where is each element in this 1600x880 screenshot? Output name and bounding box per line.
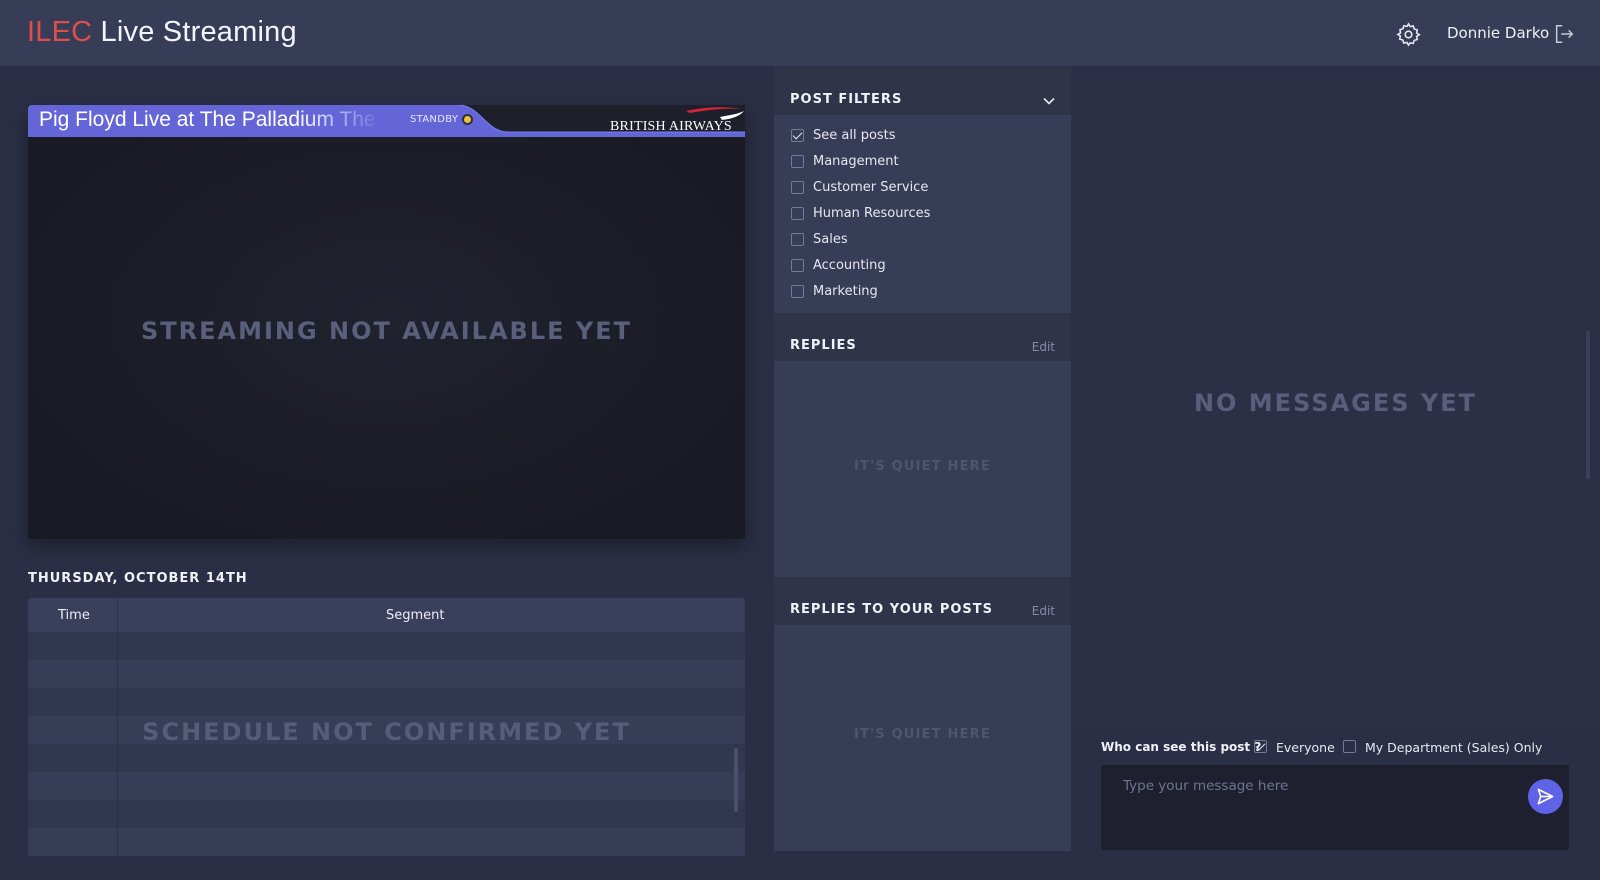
message-input[interactable] <box>1101 765 1521 850</box>
schedule-status-message: SCHEDULE NOT CONFIRMED YET <box>142 718 631 746</box>
post-filters-title: POST FILTERS <box>790 92 903 107</box>
post-panels: POST FILTERS See all posts Management Cu… <box>774 67 1071 851</box>
replies-title: REPLIES <box>790 338 857 353</box>
filter-customer-service[interactable]: Customer Service <box>791 179 1051 197</box>
status-dot-icon <box>462 114 473 125</box>
brand-accent: ILEC <box>27 16 93 48</box>
stream-player[interactable]: Pig Floyd Live at The Palladium The STAN… <box>28 105 745 539</box>
filter-checkbox[interactable] <box>791 181 804 194</box>
replies-header: REPLIES Edit <box>774 313 1071 361</box>
filter-checkbox[interactable] <box>791 155 804 168</box>
visibility-checkbox[interactable] <box>1254 740 1267 753</box>
filter-label: Accounting <box>813 258 886 273</box>
visibility-option-label: Everyone <box>1276 740 1335 755</box>
filter-accounting[interactable]: Accounting <box>791 257 1051 275</box>
filter-checkbox[interactable] <box>791 207 804 220</box>
filter-management[interactable]: Management <box>791 153 1051 171</box>
logout-icon[interactable] <box>1553 23 1575 45</box>
column-header-segment: Segment <box>386 608 445 623</box>
filter-label: Human Resources <box>813 206 931 221</box>
replies-edit-link[interactable]: Edit <box>1032 340 1055 354</box>
send-button[interactable] <box>1528 779 1563 814</box>
visibility-everyone[interactable]: Everyone <box>1254 740 1344 756</box>
user-name[interactable]: Donnie Darko <box>1447 24 1549 42</box>
visibility-label: Who can see this post ? <box>1101 740 1262 754</box>
filter-checkbox[interactable] <box>791 233 804 246</box>
visibility-department-only[interactable]: My Department (Sales) Only <box>1343 740 1542 756</box>
filter-label: Customer Service <box>813 180 929 195</box>
filter-human-resources[interactable]: Human Resources <box>791 205 1051 223</box>
filter-checkbox[interactable] <box>791 129 804 142</box>
filter-label: Management <box>813 154 899 169</box>
send-icon <box>1537 788 1554 805</box>
schedule-date: THURSDAY, OCTOBER 14TH <box>28 571 248 586</box>
table-row <box>28 772 745 800</box>
gear-icon[interactable] <box>1396 22 1421 47</box>
stream-screen: STREAMING NOT AVAILABLE YET <box>28 137 745 539</box>
filter-label: Sales <box>813 232 848 247</box>
brand-name: Live Streaming <box>92 16 297 48</box>
standby-status: STANDBY <box>410 114 459 125</box>
filter-label: Marketing <box>813 284 878 299</box>
filter-checkbox[interactable] <box>791 259 804 272</box>
chevron-down-icon[interactable] <box>1042 94 1056 108</box>
messages-feed: NO MESSAGES YET <box>1071 67 1600 727</box>
stream-status-message: STREAMING NOT AVAILABLE YET <box>140 317 632 345</box>
app-title: ILEC Live Streaming <box>27 16 297 49</box>
visibility-option-label: My Department (Sales) Only <box>1365 740 1543 755</box>
replies-to-posts-title: REPLIES TO YOUR POSTS <box>790 602 994 617</box>
message-composer <box>1101 765 1569 850</box>
table-row <box>28 632 745 660</box>
replies-to-posts-edit-link[interactable]: Edit <box>1032 604 1055 618</box>
replies-list: IT'S QUIET HERE <box>774 361 1071 577</box>
post-filters-header[interactable]: POST FILTERS <box>774 67 1071 115</box>
replies-empty-message: IT'S QUIET HERE <box>854 459 991 474</box>
sponsor-swoosh-icon <box>686 107 744 120</box>
filter-label: See all posts <box>813 128 896 143</box>
messages-scrollbar[interactable] <box>1586 331 1590 479</box>
table-row <box>28 828 745 856</box>
table-row <box>28 744 745 772</box>
schedule-header: Time Segment <box>28 598 745 632</box>
filter-marketing[interactable]: Marketing <box>791 283 1051 301</box>
replies-to-posts-list: IT'S QUIET HERE <box>774 625 1071 851</box>
filter-see-all-posts[interactable]: See all posts <box>791 127 1051 145</box>
visibility-checkbox[interactable] <box>1343 740 1356 753</box>
column-header-time: Time <box>58 608 90 623</box>
messages-empty-message: NO MESSAGES YET <box>1193 389 1478 417</box>
compose-area: Who can see this post ? Everyone My Depa… <box>1071 727 1600 880</box>
table-row <box>28 800 745 828</box>
replies-to-posts-header: REPLIES TO YOUR POSTS Edit <box>774 577 1071 625</box>
filter-checkbox[interactable] <box>791 285 804 298</box>
table-row <box>28 660 745 688</box>
filter-sales[interactable]: Sales <box>791 231 1051 249</box>
stream-title: Pig Floyd Live at The Palladium The <box>39 108 376 131</box>
schedule-table: Time Segment SCHEDULE NOT CONFIRMED YET <box>28 598 745 856</box>
schedule-scrollbar[interactable] <box>734 748 738 812</box>
table-row <box>28 688 745 716</box>
post-filters-list: See all posts Management Customer Servic… <box>774 115 1071 313</box>
app-header: ILEC Live Streaming Donnie Darko <box>0 0 1600 67</box>
replies-to-posts-empty-message: IT'S QUIET HERE <box>854 727 991 742</box>
